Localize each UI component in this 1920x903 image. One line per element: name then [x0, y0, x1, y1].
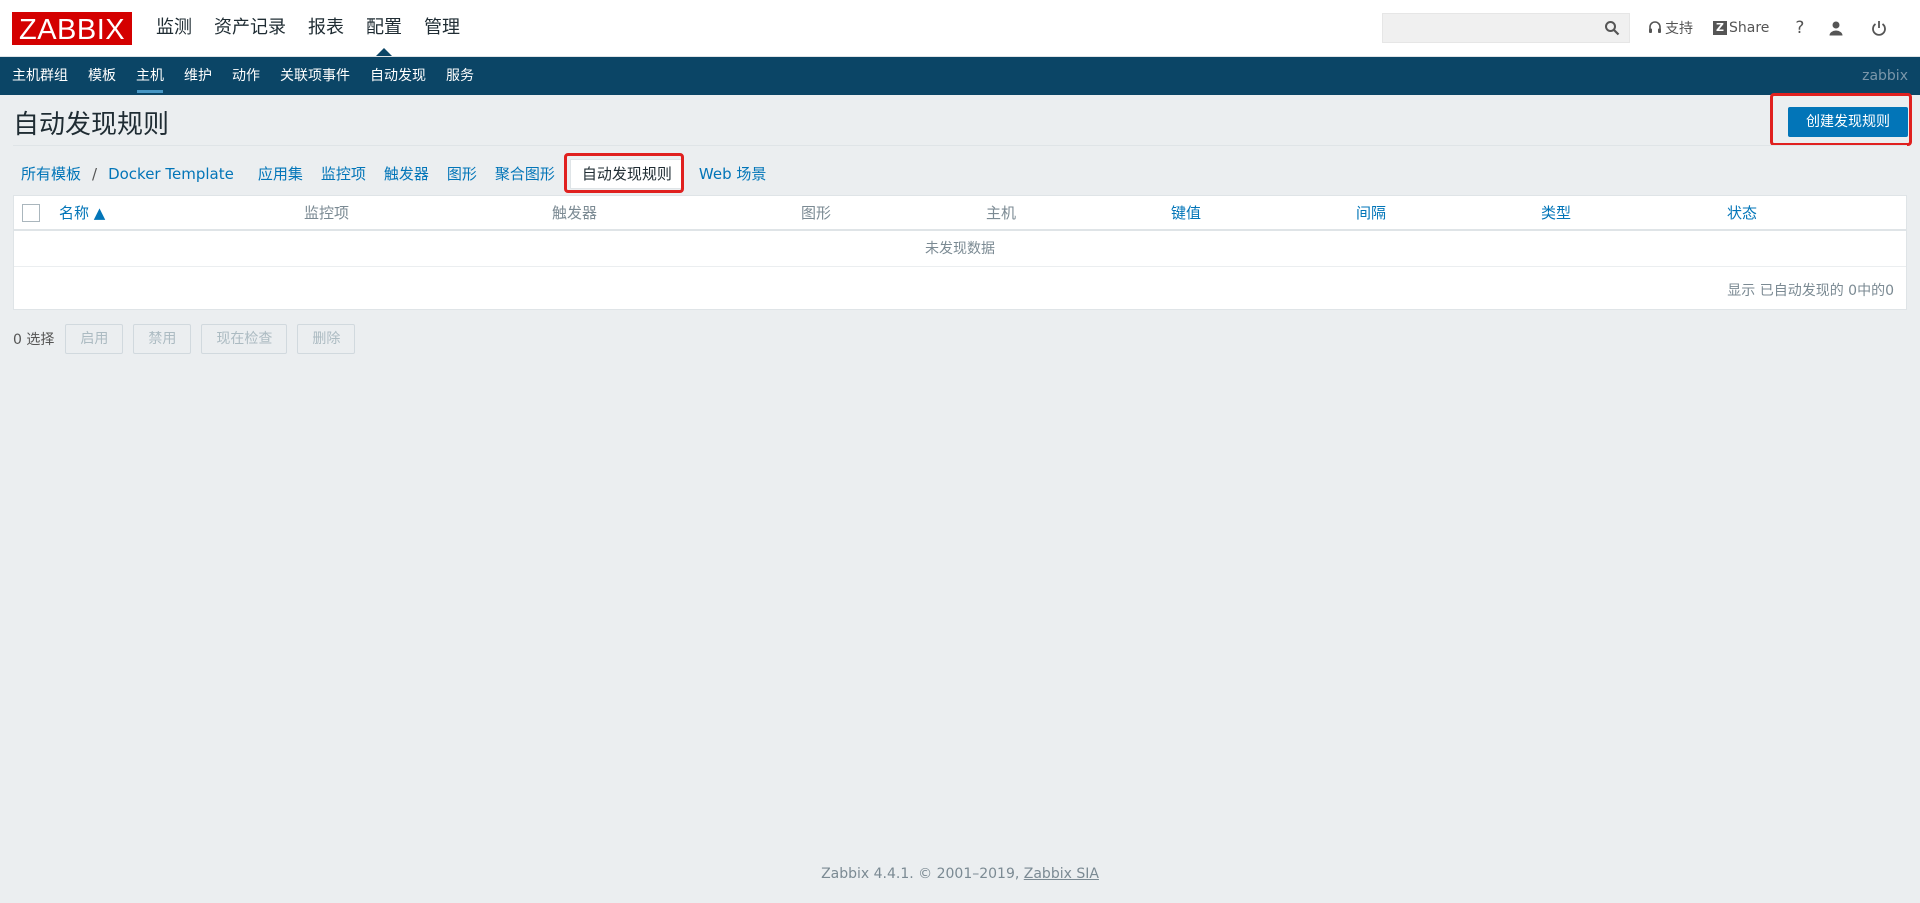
column-interval[interactable]: 间隔 [1356, 196, 1386, 230]
main-nav: 监测 资产记录 报表 配置 管理 [145, 0, 471, 56]
column-type[interactable]: 类型 [1541, 196, 1571, 230]
top-bar: ZABBIX 监测 资产记录 报表 配置 管理 支持 Z Share ? [0, 0, 1920, 57]
tab-web-scenarios[interactable]: Web 场景 [690, 160, 775, 188]
share-label: Share [1729, 20, 1770, 36]
main-nav-monitoring[interactable]: 监测 [145, 0, 203, 56]
user-profile-button[interactable] [1828, 20, 1847, 36]
page-title: 自动发现规则 [13, 110, 170, 140]
sub-nav: 主机群组 模板 主机 维护 动作 关联项事件 自动发现 服务 zabbix [0, 57, 1920, 95]
header-divider [13, 145, 1907, 146]
column-items: 监控项 [304, 204, 350, 222]
logout-button[interactable] [1871, 20, 1890, 36]
main-nav-administration[interactable]: 管理 [413, 0, 471, 56]
table-header: 名称 ▲ 监控项 触发器 图形 主机 键值 间隔 类型 状态 [14, 196, 1906, 231]
column-name[interactable]: 名称 ▲ [59, 196, 105, 230]
tab-items[interactable]: 监控项 [312, 160, 375, 188]
highlight-box-tab [564, 153, 684, 193]
column-hosts: 主机 [986, 204, 1017, 222]
search-icon[interactable] [1604, 20, 1620, 36]
discovery-rules-table: 名称 ▲ 监控项 触发器 图形 主机 键值 间隔 类型 状态 未发现数据 显示 … [13, 195, 1907, 310]
footer-zabbix-sia-link[interactable]: Zabbix SIA [1024, 866, 1099, 882]
search-input[interactable] [1382, 13, 1630, 43]
help-button[interactable]: ? [1795, 18, 1804, 38]
tab-screens[interactable]: 聚合图形 [486, 160, 564, 188]
selected-count: 0 选择 [13, 332, 55, 348]
sub-nav-maintenance[interactable]: 维护 [174, 57, 222, 95]
main-nav-configuration[interactable]: 配置 [355, 0, 413, 56]
no-data-row: 未发现数据 [14, 232, 1906, 267]
mass-actions: 0 选择 启用 禁用 现在检查 删除 [13, 324, 365, 354]
share-z-icon: Z [1713, 21, 1727, 35]
sub-nav-services[interactable]: 服务 [436, 57, 484, 95]
main-nav-reports[interactable]: 报表 [297, 0, 355, 56]
delete-button[interactable]: 删除 [297, 324, 356, 354]
support-label: 支持 [1665, 21, 1693, 37]
sub-nav-hosts[interactable]: 主机 [126, 57, 174, 95]
tab-triggers[interactable]: 触发器 [375, 160, 438, 188]
breadcrumb-separator: / [92, 165, 98, 183]
current-user: zabbix [1862, 68, 1908, 84]
column-graphs: 图形 [801, 204, 832, 222]
help-icon: ? [1795, 18, 1805, 38]
sub-nav-event-correlation[interactable]: 关联项事件 [270, 57, 360, 95]
breadcrumb-all-templates[interactable]: 所有模板 [12, 160, 90, 188]
breadcrumb-template[interactable]: Docker Template [99, 160, 243, 188]
tab-graphs[interactable]: 图形 [438, 160, 486, 188]
zabbix-logo[interactable]: ZABBIX [12, 12, 133, 46]
footer-copyright: Zabbix 4.4.1. © 2001–2019, [821, 866, 1020, 882]
user-icon [1829, 21, 1843, 36]
tab-applications[interactable]: 应用集 [249, 160, 312, 188]
enable-button[interactable]: 启用 [65, 324, 124, 354]
column-status[interactable]: 状态 [1727, 196, 1757, 230]
pagination-summary: 显示 已自动发现的 0中的0 [1727, 283, 1894, 299]
top-icons: 支持 Z Share ? [1648, 0, 1910, 56]
column-key[interactable]: 键值 [1171, 196, 1201, 230]
sub-nav-actions[interactable]: 动作 [222, 57, 270, 95]
main-nav-inventory[interactable]: 资产记录 [203, 0, 297, 56]
check-now-button[interactable]: 现在检查 [201, 324, 288, 354]
support-link[interactable]: 支持 [1648, 18, 1693, 38]
select-all-checkbox[interactable] [22, 204, 40, 222]
headset-icon [1649, 21, 1661, 33]
footer: Zabbix 4.4.1. © 2001–2019, Zabbix SIA [0, 866, 1920, 882]
sub-nav-host-groups[interactable]: 主机群组 [2, 57, 78, 95]
sub-nav-discovery[interactable]: 自动发现 [360, 57, 436, 95]
create-discovery-rule-button[interactable]: 创建发现规则 [1788, 107, 1908, 137]
disable-button[interactable]: 禁用 [133, 324, 192, 354]
sub-nav-templates[interactable]: 模板 [78, 57, 126, 95]
column-triggers: 触发器 [552, 204, 598, 222]
share-link[interactable]: Z Share [1713, 20, 1769, 36]
power-icon [1872, 21, 1887, 36]
